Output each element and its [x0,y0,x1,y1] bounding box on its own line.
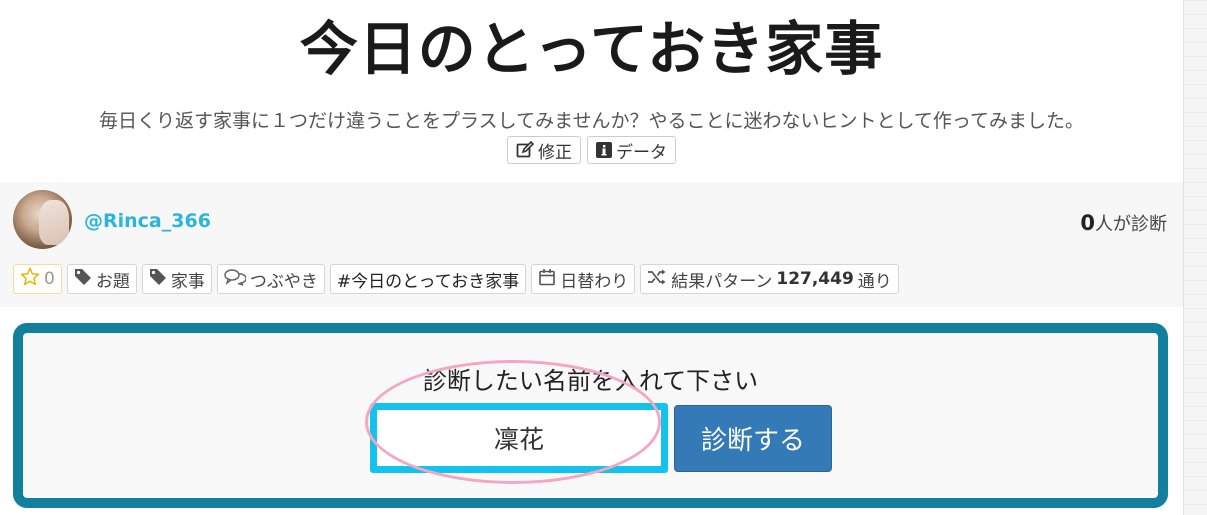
diagnosed-count: 0人が診断 [1080,210,1167,236]
author-handle[interactable]: @Rinca_366 [84,210,211,232]
tag-icon [74,268,92,291]
tag-list: 0 お題 家事 つぶやき #今日のとっておき家事 日替わり 結果パターン 127… [13,264,899,294]
patterns-count: 127,449 [776,269,854,289]
tag-label: 日替わり [560,271,629,292]
data-button[interactable]: データ [587,136,676,164]
patterns-prefix: 結果パターン [671,271,773,292]
tag-icon [149,268,167,291]
chat-icon [224,268,247,291]
tag-label: 家事 [170,271,205,292]
edit-button-label: 修正 [538,142,572,163]
page-description: 毎日くり返す家事に１つだけ違うことをプラスしてみませんか？やることに迷わないヒン… [99,110,1084,132]
diagnosed-count-label: 人が診断 [1095,214,1167,235]
tag-tsubuyaki[interactable]: つぶやき [216,264,325,294]
favorite-button[interactable]: 0 [13,264,62,294]
info-icon [596,142,612,158]
name-input[interactable] [370,403,668,473]
page-title: 今日のとっておき家事 [299,15,884,83]
diagnosis-form: 診断したい名前を入れて下さい 診断する [13,323,1168,508]
tag-kaji[interactable]: 家事 [141,264,212,294]
meta-buttons: 修正 データ [0,136,1183,164]
diagnose-button[interactable]: 診断する [674,405,832,472]
tag-patterns[interactable]: 結果パターン 127,449 通り [640,264,899,294]
edit-icon [516,141,534,159]
tag-label: お題 [95,271,130,292]
form-prompt: 診断したい名前を入れて下さい [422,367,759,395]
star-icon [20,267,40,291]
tag-hashtag[interactable]: #今日のとっておき家事 [329,264,527,294]
diagnosed-count-value: 0 [1080,211,1095,235]
author-panel: @Rinca_366 0人が診断 0 お題 家事 つぶやき #今日のとっておき家… [0,182,1183,307]
favorite-count: 0 [44,269,55,289]
tag-odai[interactable]: お題 [66,264,137,294]
tag-daily[interactable]: 日替わり [531,264,636,294]
calendar-icon [538,268,556,291]
data-button-label: データ [616,142,667,163]
tag-label: #今日のとっておき家事 [336,271,520,292]
shuffle-icon [647,269,667,290]
tag-label: つぶやき [249,271,318,292]
avatar[interactable] [13,190,72,249]
scrollbar-track[interactable] [1183,0,1207,515]
edit-button[interactable]: 修正 [507,136,581,164]
patterns-suffix: 通り [857,271,892,292]
